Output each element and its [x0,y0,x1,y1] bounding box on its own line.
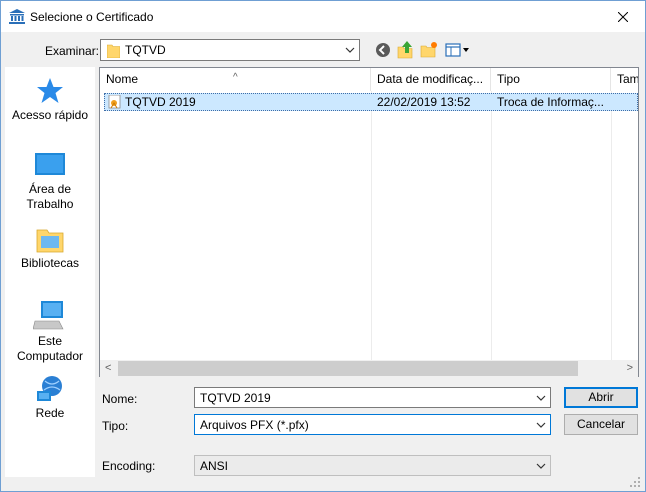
scroll-left-icon[interactable]: < [105,362,111,374]
place-quick-access[interactable]: Acesso rápido [5,77,95,123]
filetype-select[interactable]: Arquivos PFX (*.pfx) [194,414,551,435]
filetype-label: Tipo: [102,419,129,433]
scrollbar-thumb[interactable] [118,361,578,376]
file-list[interactable]: Nome ^ Data de modificaç... Tipo Tam TQT… [99,67,639,377]
look-in-label: Examinar: [45,44,100,58]
look-in-dropdown[interactable]: TQTVD [100,39,360,61]
column-divider [491,91,492,361]
new-folder-icon[interactable] [420,41,438,59]
encoding-value: ANSI [200,459,229,473]
title-bar: Selecione o Certificado [1,1,645,32]
column-header-size[interactable]: Tam [611,68,638,91]
column-header-name[interactable]: Nome ^ [100,68,371,91]
column-header-label: Data de modificaç... [377,72,484,86]
resize-grip-icon[interactable] [629,476,641,488]
place-desktop[interactable]: Área de Trabalho [5,153,95,212]
certificate-file-icon [108,95,121,109]
chevron-down-icon [345,47,355,53]
horizontal-scrollbar[interactable]: < > [100,360,638,377]
place-label: Rede [35,406,65,420]
network-icon [37,376,62,401]
column-header-label: Tam [617,72,638,86]
window-title: Selecione o Certificado [30,10,154,24]
open-button[interactable]: Abrir [564,387,638,408]
place-this-pc[interactable]: Este Computador [5,301,95,364]
chevron-down-icon [536,463,546,469]
view-menu-icon[interactable] [445,41,471,59]
filename-label: Nome: [102,392,138,406]
desktop-icon [35,153,65,175]
place-label: Este Computador [16,334,84,363]
column-header-modified[interactable]: Data de modificaç... [371,68,491,91]
file-row[interactable]: TQTVD 2019 22/02/2019 13:52 Troca de Inf… [104,93,638,111]
close-button[interactable] [600,1,645,32]
filename-input[interactable]: TQTVD 2019 [194,387,551,408]
close-icon [617,11,628,22]
encoding-label: Encoding: [102,459,156,473]
column-divider [371,91,372,361]
filetype-value: Arquivos PFX (*.pfx) [200,418,309,432]
up-folder-icon[interactable] [397,41,415,59]
column-header-row: Nome ^ Data de modificaç... Tipo Tam [100,68,638,91]
back-icon[interactable] [374,41,392,59]
place-libraries[interactable]: Bibliotecas [5,227,95,271]
current-folder-name: TQTVD [125,43,166,57]
scroll-right-icon[interactable]: > [627,362,633,374]
chevron-down-icon[interactable] [536,393,546,403]
sort-up-icon: ^ [233,72,238,83]
bank-icon [9,9,25,24]
column-header-label: Nome [106,72,139,86]
chevron-down-icon [536,422,546,428]
file-name: TQTVD 2019 [125,95,196,109]
computer-icon [33,301,64,330]
star-icon [37,78,63,103]
file-dialog: Selecione o Certificado Examinar: TQTVD [0,0,646,492]
place-label: Bibliotecas [20,256,80,270]
place-network[interactable]: Rede [5,375,95,421]
places-bar: Acesso rápido Área de Trabalho Bibliotec… [5,67,95,477]
libraries-icon [36,229,64,253]
place-label: Área de Trabalho [26,182,74,211]
filename-value: TQTVD 2019 [200,391,271,405]
folder-icon [107,44,120,58]
column-divider [611,91,612,361]
encoding-select[interactable]: ANSI [194,455,551,476]
place-label: Acesso rápido [11,108,89,122]
file-modified: 22/02/2019 13:52 [377,95,471,109]
cancel-button[interactable]: Cancelar [564,414,638,435]
column-header-label: Tipo [497,72,520,86]
file-type: Troca de Informaç... [497,95,604,109]
column-header-type[interactable]: Tipo [491,68,611,91]
